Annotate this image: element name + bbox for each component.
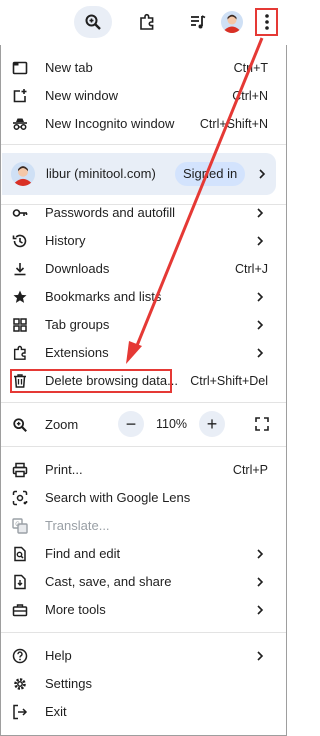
annotation-arrow — [126, 37, 264, 364]
